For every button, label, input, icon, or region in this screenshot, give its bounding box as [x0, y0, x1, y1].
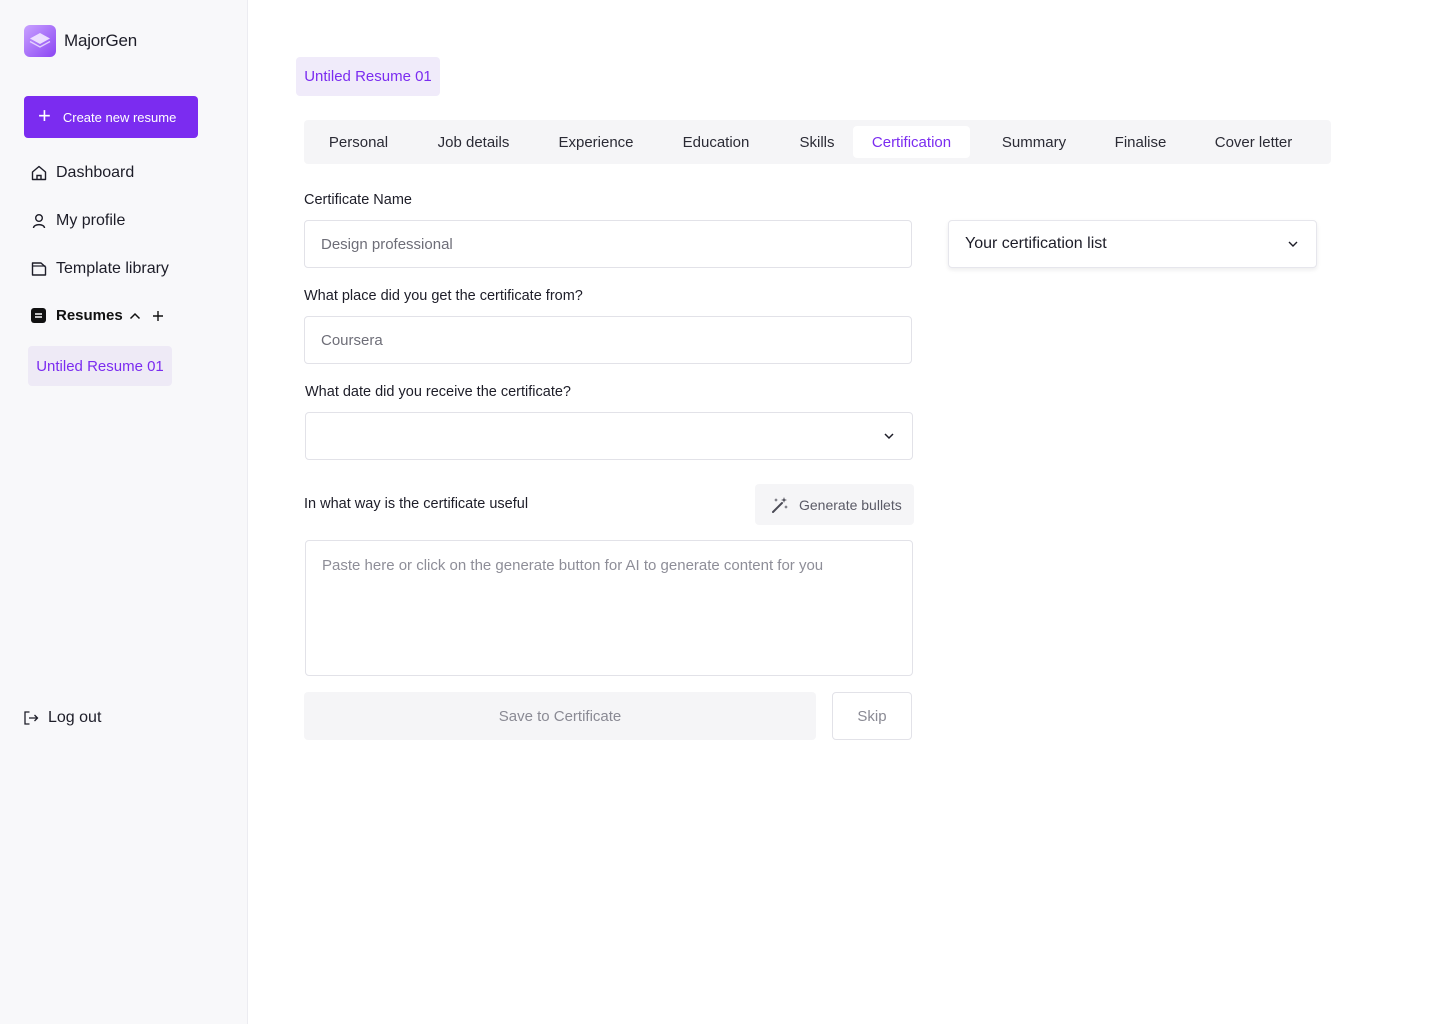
- sidebar-item-label: Template library: [56, 260, 169, 277]
- tab-experience[interactable]: Experience: [541, 126, 651, 158]
- tab-cover-letter[interactable]: Cover letter: [1183, 126, 1324, 158]
- date-label: What date did you receive the certificat…: [305, 384, 571, 400]
- main-content: Untiled Resume 01 Personal Job details E…: [248, 0, 1440, 1024]
- certification-list-dropdown[interactable]: Your certification list: [948, 220, 1317, 268]
- folder-icon: [31, 262, 47, 276]
- usefulness-textarea[interactable]: Paste here or click on the generate butt…: [305, 540, 913, 676]
- sidebar-item-dashboard[interactable]: Dashboard: [30, 164, 134, 182]
- tab-summary[interactable]: Summary: [970, 126, 1098, 158]
- brand[interactable]: MajorGen: [24, 25, 137, 57]
- sidebar-resume-item[interactable]: Untiled Resume 01: [28, 346, 172, 386]
- document-icon: [31, 308, 46, 323]
- user-icon: [32, 214, 46, 229]
- sidebar-item-label: My profile: [56, 212, 126, 229]
- sidebar-item-my-profile[interactable]: My profile: [30, 212, 125, 230]
- document-title[interactable]: Untiled Resume 01: [296, 57, 440, 96]
- place-label: What place did you get the certificate f…: [304, 288, 583, 304]
- save-to-certificate-button[interactable]: Save to Certificate: [304, 692, 816, 740]
- create-new-resume-label: Create new resume: [62, 109, 177, 125]
- resumes-section-header: Resumes: [30, 307, 165, 324]
- create-new-resume-button[interactable]: + Create new resume: [24, 96, 198, 138]
- logout-button[interactable]: Log out: [23, 709, 101, 727]
- logout-label: Log out: [48, 709, 102, 726]
- tab-certification[interactable]: Certification: [853, 126, 970, 158]
- chevron-down-icon: [1288, 241, 1298, 247]
- tab-personal[interactable]: Personal: [311, 126, 406, 158]
- certification-list-label: Your certification list: [965, 235, 1107, 252]
- sidebar-item-template-library[interactable]: Template library: [30, 260, 169, 278]
- generate-bullets-label: Generate bullets: [799, 496, 902, 513]
- magic-wand-icon: [772, 496, 788, 513]
- certificate-name-input[interactable]: Design professional: [304, 220, 912, 268]
- tab-education[interactable]: Education: [651, 126, 781, 158]
- skip-button[interactable]: Skip: [832, 692, 912, 740]
- brand-name: MajorGen: [64, 31, 138, 50]
- place-input[interactable]: Coursera: [304, 316, 912, 364]
- logout-icon: [24, 711, 39, 725]
- add-resume-icon[interactable]: [151, 309, 165, 323]
- chevron-down-icon: [884, 433, 894, 440]
- chevron-up-icon[interactable]: [127, 308, 143, 324]
- sidebar: MajorGen + Create new resume Dashboard M…: [0, 0, 248, 1024]
- home-icon: [31, 165, 47, 181]
- certificate-name-label: Certificate Name: [304, 192, 412, 208]
- tab-finalise[interactable]: Finalise: [1098, 126, 1183, 158]
- usefulness-label: In what way is the certificate useful: [304, 496, 529, 512]
- tab-skills[interactable]: Skills: [781, 126, 853, 158]
- majorgen-logo-icon: [24, 25, 56, 57]
- generate-bullets-button[interactable]: Generate bullets: [755, 484, 914, 525]
- section-tabs: Personal Job details Experience Educatio…: [304, 120, 1331, 164]
- plus-icon: +: [38, 103, 51, 128]
- resumes-label: Resumes: [56, 307, 123, 324]
- tab-job-details[interactable]: Job details: [406, 126, 541, 158]
- sidebar-item-label: Dashboard: [56, 164, 135, 181]
- date-select[interactable]: [305, 412, 913, 460]
